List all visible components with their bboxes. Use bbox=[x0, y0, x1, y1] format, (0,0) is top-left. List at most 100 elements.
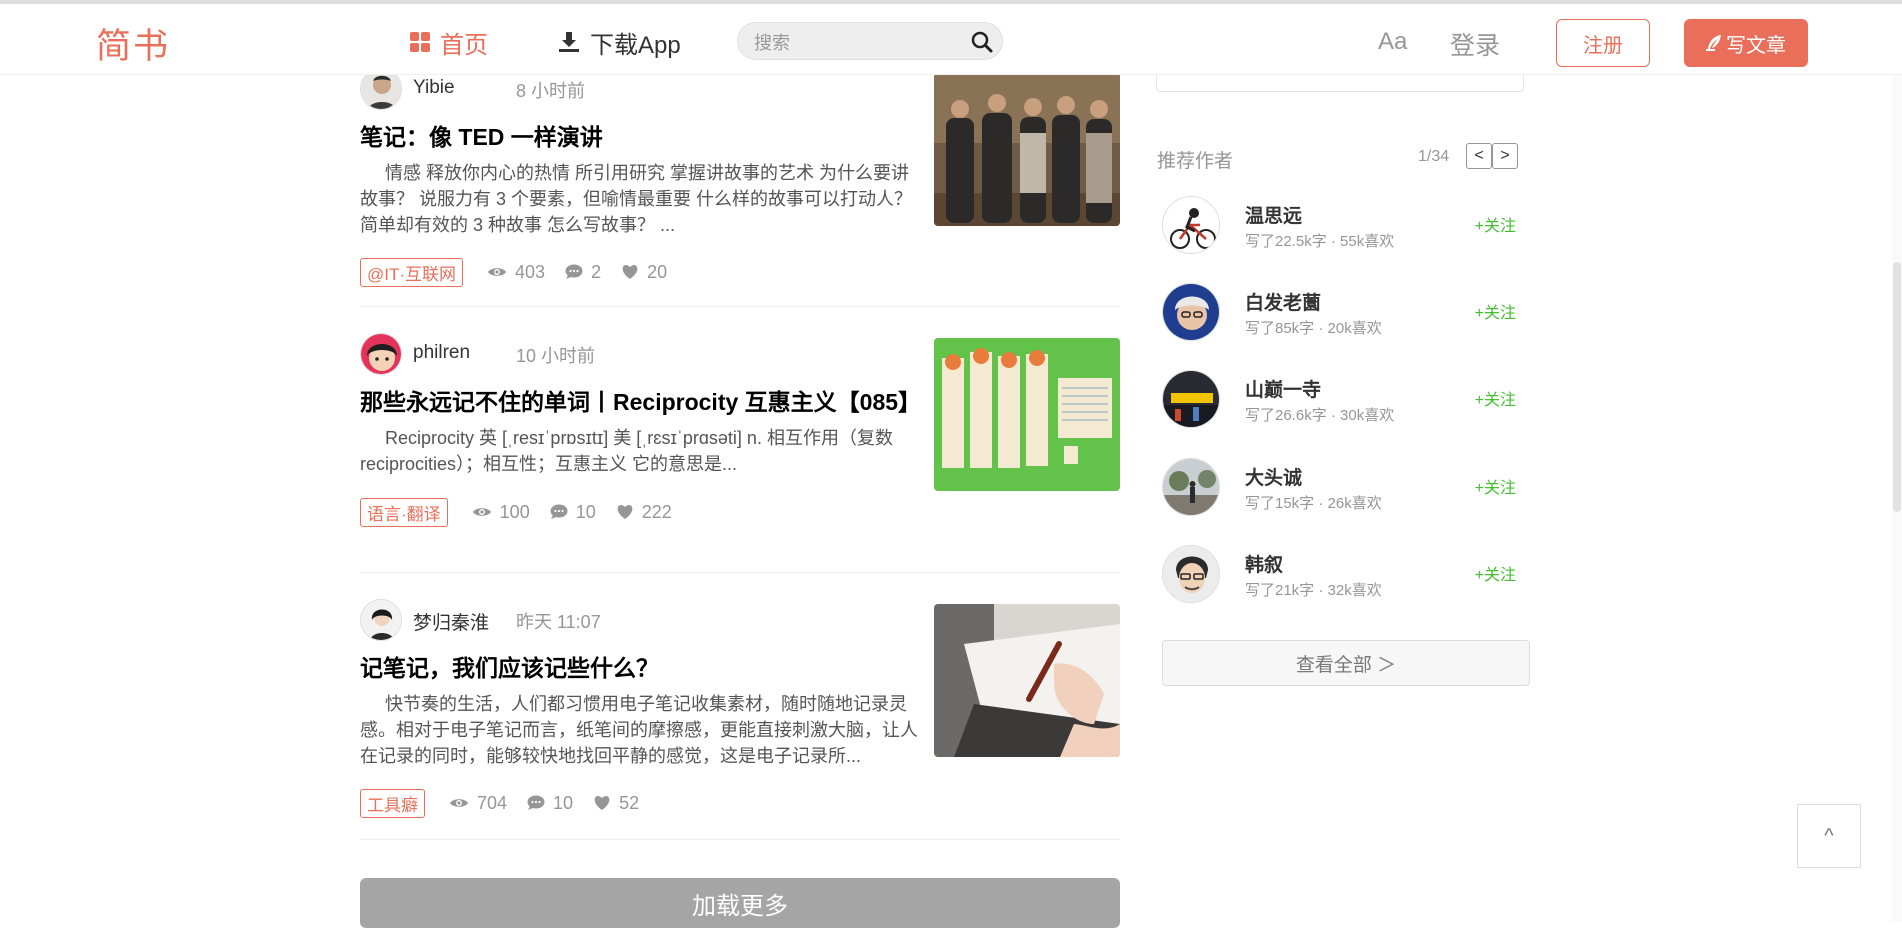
recommended-page-indicator: 1/34 bbox=[1418, 148, 1450, 165]
likes-stat: 222 bbox=[616, 502, 672, 523]
scrollbar-thumb[interactable] bbox=[1893, 262, 1901, 512]
article-footer: 语言·翻译 100 10 222 bbox=[360, 497, 692, 527]
load-more-button[interactable]: 加载更多 bbox=[360, 878, 1120, 928]
author-name[interactable]: 韩叙 bbox=[1245, 550, 1283, 577]
follow-button[interactable]: +关注 bbox=[1475, 299, 1516, 323]
author-avatar[interactable] bbox=[1162, 370, 1220, 428]
author-name[interactable]: philren bbox=[413, 342, 470, 364]
collection-tag[interactable]: @IT·互联网 bbox=[360, 257, 464, 287]
recommended-author: 白发老薗 写了85k字 · 20k喜欢 +关注 bbox=[1162, 283, 1524, 343]
article-title[interactable]: 那些永远记不住的单词丨Reciprocity 互惠主义【085】 bbox=[360, 383, 921, 417]
author-avatar[interactable] bbox=[1162, 458, 1220, 516]
author-stats: 写了85k字 · 20k喜欢 bbox=[1245, 320, 1382, 337]
likes-stat: 20 bbox=[621, 262, 667, 283]
article-thumbnail[interactable] bbox=[934, 604, 1120, 757]
comments-stat[interactable]: 2 bbox=[565, 262, 601, 283]
author-name[interactable]: 大头诚 bbox=[1245, 463, 1302, 490]
author-stats: 写了21k字 · 32k喜欢 bbox=[1245, 582, 1382, 599]
login-link[interactable]: 登录 bbox=[1450, 26, 1500, 62]
recommended-authors-title: 推荐作者 bbox=[1157, 151, 1234, 172]
publish-time: 昨天 11:07 bbox=[516, 612, 601, 632]
nav-download-label: 下载App bbox=[590, 31, 681, 59]
follow-button[interactable]: +关注 bbox=[1475, 386, 1516, 410]
next-page-button[interactable]: > bbox=[1492, 143, 1518, 169]
likes-count: 222 bbox=[641, 501, 672, 522]
article-abstract: 快节奏的生活，人们都习惯用电子笔记收集素材，随时随地记录灵感。相对于电子笔记而言… bbox=[360, 694, 918, 766]
author-stats: 写了22.5k字 · 55k喜欢 bbox=[1245, 233, 1395, 250]
nav-download-app[interactable]: 下载App bbox=[558, 24, 681, 60]
article-thumbnail[interactable] bbox=[934, 73, 1120, 226]
follow-button[interactable]: +关注 bbox=[1475, 561, 1516, 585]
recommended-author: 韩叙 写了21k字 · 32k喜欢 +关注 bbox=[1162, 545, 1524, 605]
write-article-button[interactable]: 写文章 bbox=[1684, 19, 1808, 67]
comment-icon bbox=[565, 264, 583, 280]
author-name[interactable]: Yibie bbox=[413, 77, 455, 99]
views-stat: 100 bbox=[472, 502, 530, 523]
author-avatar[interactable] bbox=[360, 599, 402, 641]
follow-button[interactable]: +关注 bbox=[1475, 212, 1516, 236]
author-avatar[interactable] bbox=[360, 333, 402, 375]
author-avatar[interactable] bbox=[1162, 196, 1220, 254]
eye-icon bbox=[487, 265, 507, 279]
article-meta: philren 10 小时前 bbox=[360, 333, 960, 377]
author-avatar[interactable] bbox=[1162, 545, 1220, 603]
search-input[interactable] bbox=[752, 31, 956, 55]
article-item: philren 10 小时前 那些永远记不住的单词丨Reciprocity 互惠… bbox=[360, 333, 1120, 553]
views-count: 100 bbox=[499, 501, 530, 522]
see-all-authors-button[interactable]: 查看全部 ＞ bbox=[1162, 640, 1530, 686]
font-size-toggle[interactable]: Aa bbox=[1378, 28, 1407, 56]
comment-icon bbox=[550, 504, 568, 520]
search-box bbox=[737, 22, 1003, 60]
recommended-author: 山巅一寺 写了26.6k字 · 30k喜欢 +关注 bbox=[1162, 370, 1524, 430]
heart-icon bbox=[593, 795, 611, 811]
comment-icon bbox=[527, 795, 545, 811]
logo[interactable]: 简书 bbox=[96, 18, 170, 69]
article-footer: 工具癖 704 10 52 bbox=[360, 788, 659, 818]
author-stats: 写了26.6k字 · 30k喜欢 bbox=[1245, 407, 1395, 424]
navbar: 简书 首页 下载App Aa 登录 注册 写文章 bbox=[0, 4, 1902, 75]
collection-tag[interactable]: 语言·翻译 bbox=[360, 497, 448, 527]
publish-time: 10 小时前 bbox=[516, 346, 596, 366]
author-name[interactable]: 梦归秦淮 bbox=[413, 608, 489, 635]
views-stat: 403 bbox=[487, 262, 545, 283]
back-to-top-button[interactable]: ^ bbox=[1797, 804, 1861, 868]
article-divider bbox=[360, 306, 1120, 307]
register-button[interactable]: 注册 bbox=[1556, 19, 1650, 67]
download-icon bbox=[558, 31, 580, 53]
article-meta: 梦归秦淮 昨天 11:07 bbox=[360, 599, 960, 643]
article-item: Yibie 8 小时前 笔记：像 TED 一样演讲 情感 释放你内心的热情 所引… bbox=[360, 68, 1120, 288]
article-title[interactable]: 记笔记，我们应该记些什么？ bbox=[360, 649, 659, 683]
collection-tag[interactable]: 工具癖 bbox=[360, 788, 425, 818]
comments-stat[interactable]: 10 bbox=[527, 793, 573, 814]
article-divider bbox=[360, 572, 1120, 573]
eye-icon bbox=[472, 505, 492, 519]
article-footer: @IT·互联网 403 2 20 bbox=[360, 257, 687, 287]
search-icon[interactable] bbox=[970, 30, 994, 54]
heart-icon bbox=[616, 504, 634, 520]
author-avatar[interactable] bbox=[1162, 283, 1220, 341]
nav-home[interactable]: 首页 bbox=[410, 24, 488, 60]
author-stats: 写了15k字 · 26k喜欢 bbox=[1245, 495, 1382, 512]
comments-stat[interactable]: 10 bbox=[550, 502, 596, 523]
prev-page-button[interactable]: < bbox=[1466, 143, 1492, 169]
views-count: 704 bbox=[477, 792, 508, 813]
views-count: 403 bbox=[515, 261, 546, 282]
author-name[interactable]: 温思远 bbox=[1245, 201, 1302, 228]
follow-button[interactable]: +关注 bbox=[1475, 474, 1516, 498]
recommended-author: 大头诚 写了15k字 · 26k喜欢 +关注 bbox=[1162, 458, 1524, 518]
article-divider bbox=[360, 839, 1120, 840]
article-abstract: 情感 释放你内心的热情 所引用研究 掌握讲故事的艺术 为什么要讲故事？ 说服力有… bbox=[360, 163, 913, 235]
author-name[interactable]: 山巅一寺 bbox=[1245, 375, 1321, 402]
likes-count: 52 bbox=[619, 792, 640, 813]
author-name[interactable]: 白发老薗 bbox=[1245, 288, 1321, 315]
article-abstract: Reciprocity 英 [ˌresɪˈprɒsɪtɪ] 美 [ˌrɛsɪˈp… bbox=[360, 428, 893, 474]
comments-count: 2 bbox=[591, 261, 602, 282]
heart-icon bbox=[621, 264, 639, 280]
publish-time: 8 小时前 bbox=[516, 81, 586, 101]
comments-count: 10 bbox=[575, 501, 596, 522]
article-thumbnail[interactable] bbox=[934, 338, 1120, 491]
recommended-author: 温思远 写了22.5k字 · 55k喜欢 +关注 bbox=[1162, 196, 1524, 256]
comments-count: 10 bbox=[553, 792, 574, 813]
article-title[interactable]: 笔记：像 TED 一样演讲 bbox=[360, 118, 603, 152]
likes-count: 20 bbox=[647, 261, 668, 282]
